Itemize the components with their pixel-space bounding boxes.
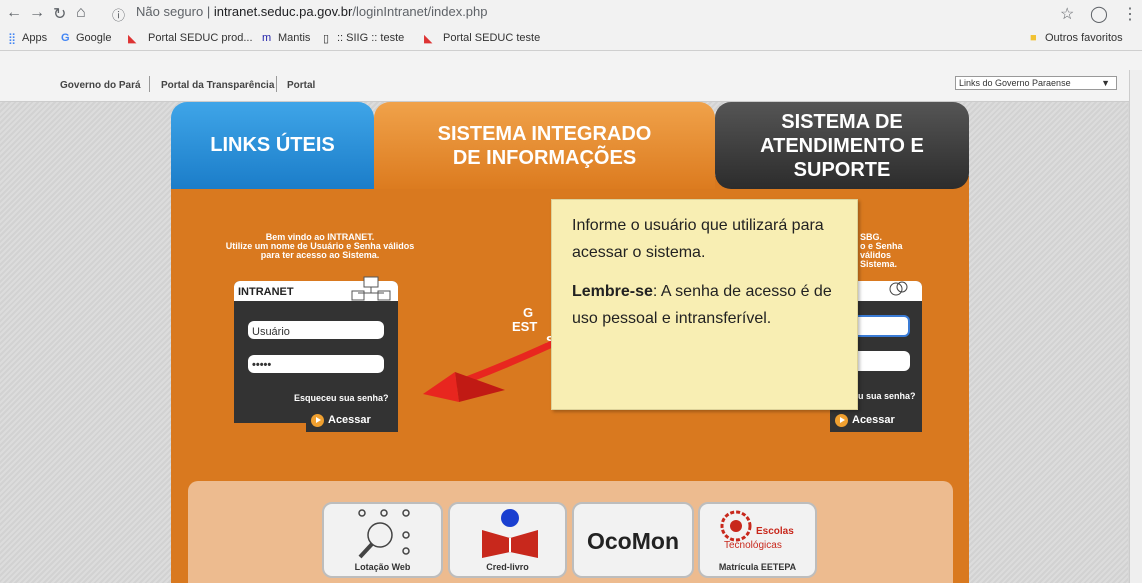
card-cred-livro[interactable]: Cred-livro	[448, 502, 567, 578]
tooltip-para2: Lembre-se: A senha de acesso é de uso pe…	[572, 278, 837, 332]
bookmark-outros-favoritos[interactable]: Outros favoritos	[1045, 32, 1123, 44]
sbg-acessar-label: Acessar	[852, 414, 895, 426]
bookmark-apps[interactable]: Apps	[22, 32, 47, 44]
link-portal-transparencia[interactable]: Portal da Transparência	[161, 80, 274, 91]
sbg-welcome-line2: o e Senha válidos	[860, 241, 903, 260]
mid-line1: G	[523, 305, 534, 320]
bookmark-mantis[interactable]: Mantis	[278, 32, 310, 44]
tab-label-line2: ATENDIMENTO E	[760, 134, 924, 157]
bookmarks-bar: ⣿ Apps G Google ◣ Portal SEDUC prod... m…	[0, 28, 1142, 51]
user-input[interactable]: Usuário	[248, 321, 384, 339]
links-panel	[188, 481, 953, 583]
sbg-welcome: SBG. o e Senha válidos Sistema.	[860, 233, 930, 269]
tab-label-line1: SISTEMA INTEGRADO	[437, 122, 652, 145]
tab-label-line3: SUPORTE	[793, 158, 891, 181]
tecnologicas-text: Tecnológicas	[724, 540, 782, 551]
card-lotacao-web[interactable]: Lotação Web	[322, 502, 443, 578]
info-icon[interactable]: ⓘ	[112, 5, 125, 24]
card-caption: Cred-livro	[486, 562, 529, 572]
apps-icon[interactable]: ⣿	[8, 32, 16, 45]
escolas-logo-icon	[720, 510, 752, 542]
back-icon[interactable]: ←	[6, 4, 22, 22]
tooltip-para2-bold: Lembre-se	[572, 283, 653, 300]
chevron-down-icon: ▼	[1101, 78, 1110, 88]
star-icon[interactable]: ☆	[1060, 4, 1074, 24]
bookmark-portal-seduc-teste[interactable]: Portal SEDUC teste	[443, 32, 540, 44]
divider	[149, 76, 150, 92]
intranet-welcome: Bem vindo ao INTRANET. Utilize um nome d…	[205, 233, 435, 260]
address-bar[interactable]: Não seguro | intranet.seduc.pa.gov.br/lo…	[136, 4, 488, 19]
sbg-forgot-link[interactable]: u sua senha?	[858, 391, 916, 401]
address-row: ← → ↻ ⌂ ⓘ Não seguro | intranet.seduc.pa…	[0, 0, 1142, 26]
tab-label-line2: DE INFORMAÇÕES	[452, 146, 637, 169]
intranet-title-text: INTRANET	[238, 286, 294, 298]
password-input-value: •••••	[252, 359, 272, 371]
help-tooltip: Informe o usuário que utilizará para ace…	[551, 199, 858, 410]
security-label: Não seguro	[136, 4, 204, 19]
intranet-login-box: INTRANET Usuário ••••• Esqueceu sua senh…	[234, 276, 398, 423]
ocomon-logo: OcoMon	[587, 528, 679, 554]
seduc-test-icon: ◣	[424, 33, 433, 45]
sbg-user-input[interactable]	[858, 315, 910, 337]
sbg-welcome-line3: Sistema.	[860, 259, 898, 269]
profile-icon[interactable]: ◯	[1090, 4, 1108, 24]
tab-label-line1: SISTEMA DE	[781, 110, 903, 133]
select-value: Links do Governo Paraense	[959, 78, 1071, 88]
acessar-button[interactable]: Acessar	[306, 408, 398, 432]
sbg-password-input[interactable]	[858, 351, 910, 371]
reload-icon[interactable]: ↻	[53, 4, 66, 24]
link-governo-do-para[interactable]: Governo do Pará	[60, 80, 141, 91]
google-icon: G	[61, 32, 70, 44]
support-icon	[889, 281, 908, 296]
page-icon: ▯	[323, 33, 330, 45]
divider	[276, 76, 277, 92]
sbg-acessar-button[interactable]: Acessar	[830, 408, 922, 432]
url-host: intranet.seduc.pa.gov.br	[213, 4, 353, 19]
user-input-value: Usuário	[252, 326, 290, 338]
forward-icon[interactable]: →	[29, 4, 45, 22]
escolas-text: Escolas	[756, 526, 794, 537]
bookmark-google[interactable]: Google	[76, 32, 111, 44]
card-caption: Lotação Web	[354, 562, 411, 572]
play-icon	[835, 413, 848, 427]
tab-sistema-atendimento[interactable]: SISTEMA DE ATENDIMENTO E SUPORTE	[715, 102, 969, 189]
card-caption: Matrícula EETEPA	[718, 562, 797, 572]
people-search-icon	[358, 509, 410, 559]
acessar-label: Acessar	[328, 414, 371, 426]
link-portal[interactable]: Portal	[287, 80, 315, 91]
gov-links-select[interactable]: Links do Governo Paraense ▼	[955, 76, 1117, 90]
mantis-icon: m	[262, 32, 272, 44]
password-input[interactable]: •••••	[248, 355, 384, 373]
scrollbar[interactable]	[1129, 70, 1142, 583]
tab-links-uteis[interactable]: LINKS ÚTEIS	[171, 102, 374, 189]
card-ocomon[interactable]: OcoMon	[572, 502, 694, 578]
tab-sistema-integrado[interactable]: SISTEMA INTEGRADO DE INFORMAÇÕES	[374, 102, 715, 189]
book-icon	[482, 509, 538, 558]
welcome-line3: para ter acesso ao Sistema.	[260, 250, 380, 260]
card-matricula-eetepa[interactable]: Escolas Tecnológicas Matrícula EETEPA	[698, 502, 817, 578]
bookmark-portal-seduc-prod[interactable]: Portal SEDUC prod...	[148, 32, 253, 44]
bookmark-siig[interactable]: :: SIIG :: teste	[337, 32, 404, 44]
play-icon	[311, 413, 324, 427]
seduc-icon: ◣	[128, 33, 137, 45]
forgot-password-link[interactable]: Esqueceu sua senha?	[294, 393, 389, 403]
tab-label: LINKS ÚTEIS	[210, 134, 335, 156]
tooltip-para1: Informe o usuário que utilizará para ace…	[572, 217, 824, 261]
sbg-login-box: u sua senha?	[858, 281, 922, 423]
url-path: /loginIntranet/index.php	[352, 4, 488, 19]
home-icon[interactable]: ⌂	[76, 4, 86, 22]
folder-icon: ■	[1030, 32, 1037, 44]
network-icon	[351, 276, 391, 301]
menu-icon[interactable]: ⋮	[1122, 4, 1138, 24]
